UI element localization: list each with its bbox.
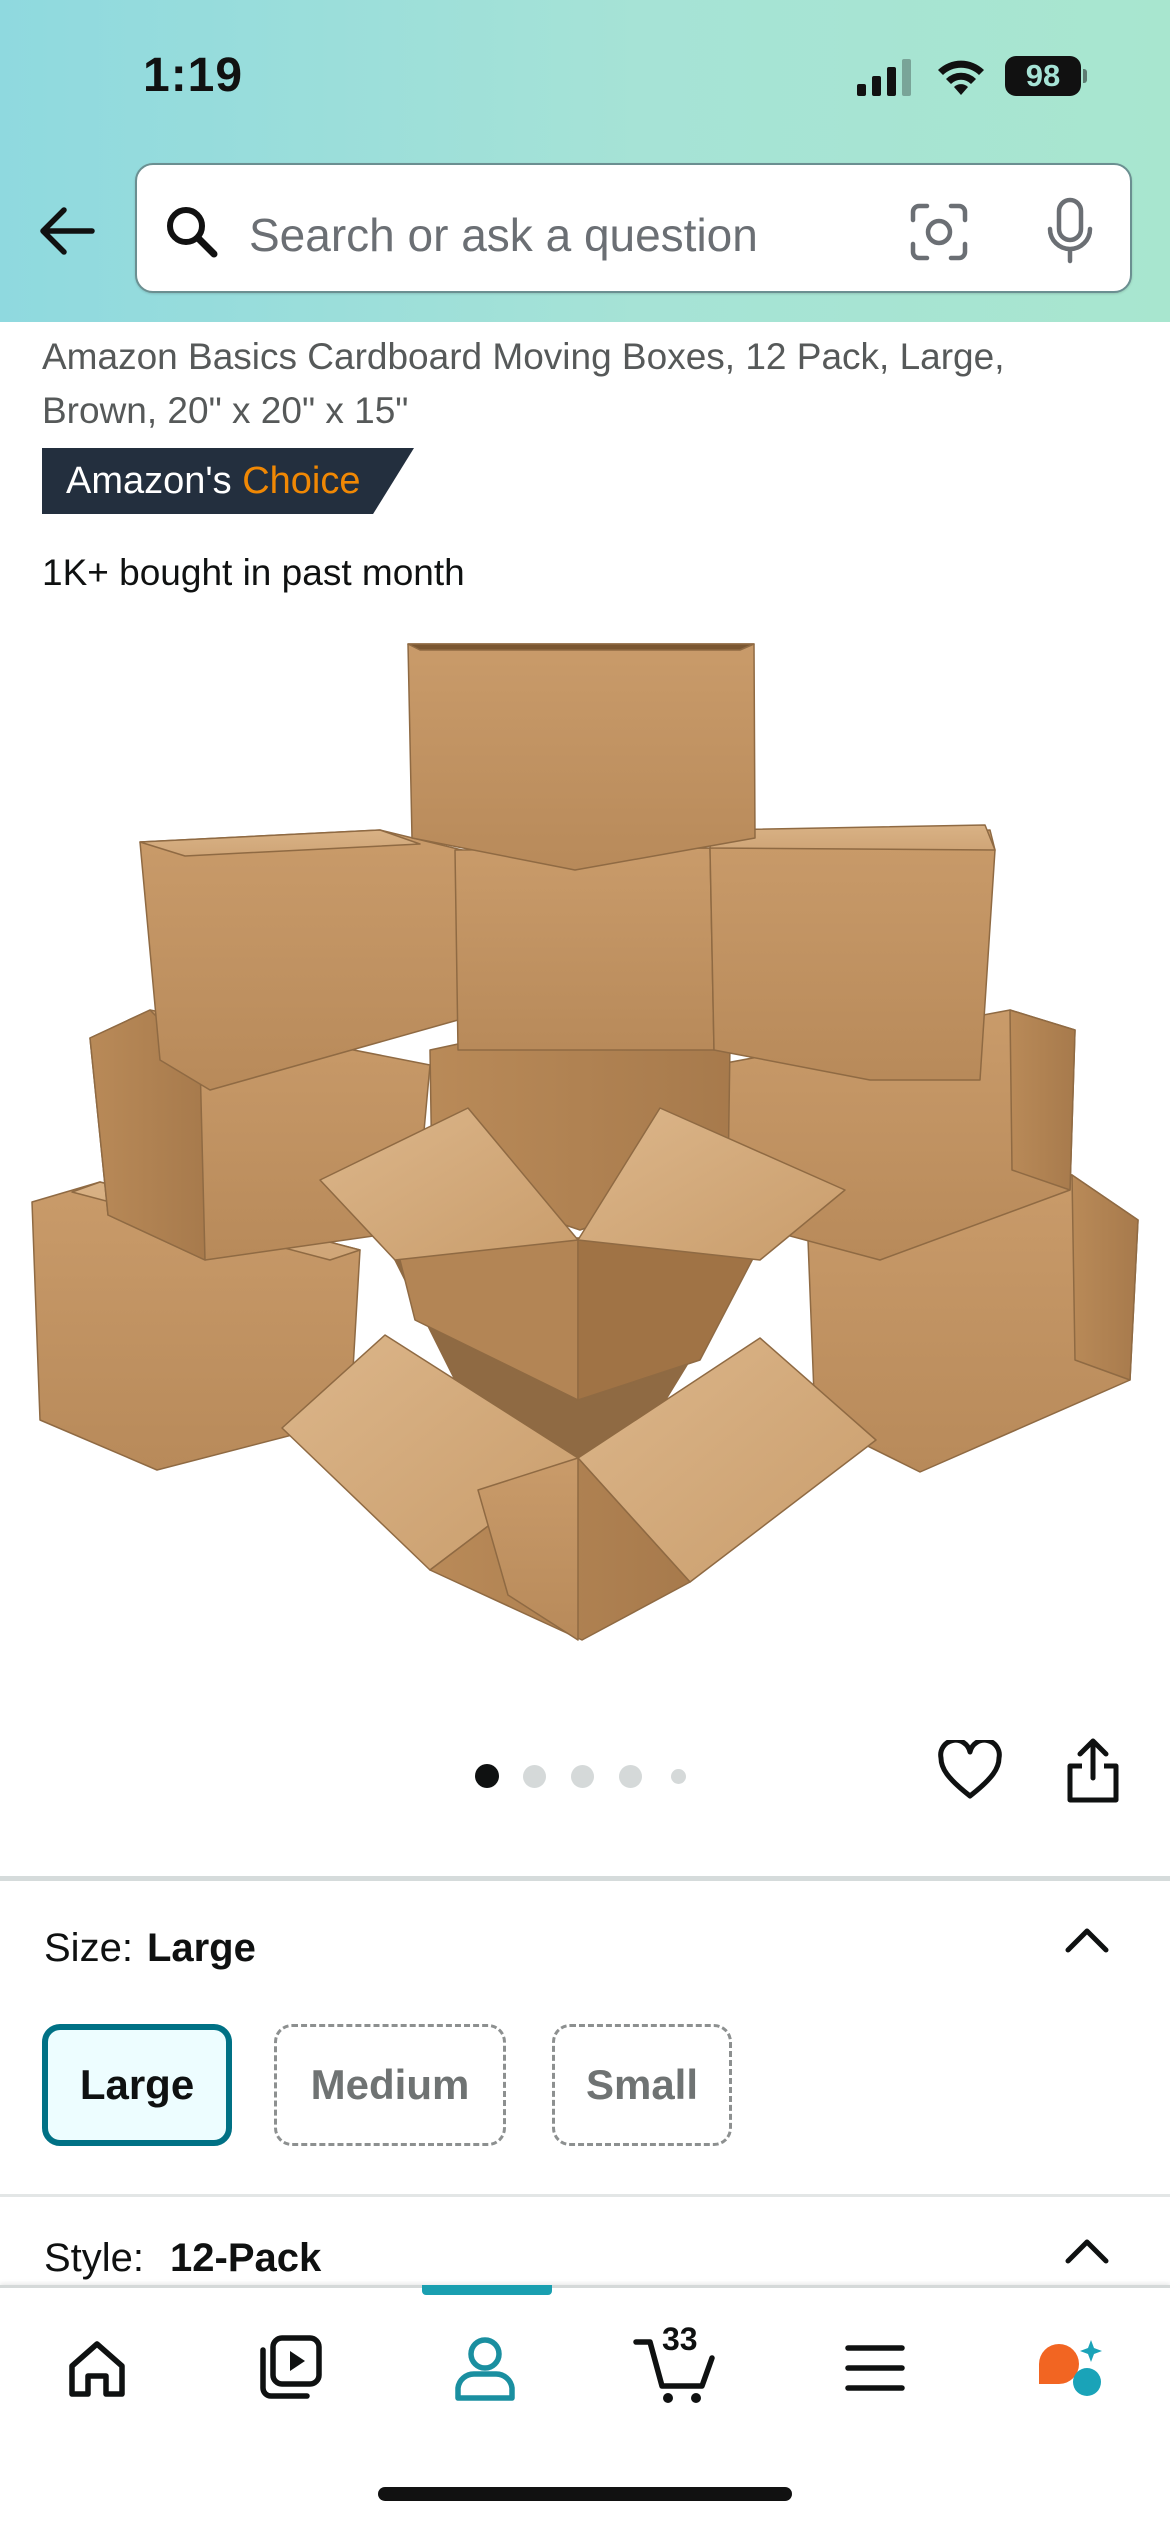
home-icon[interactable] [52,2328,142,2408]
product-image[interactable] [0,620,1170,1680]
style-label: Style: [44,2236,145,2280]
size-option-medium[interactable]: Medium [274,2024,506,2146]
chevron-up-icon[interactable] [1064,2236,1110,2266]
carousel-dot-active[interactable] [475,1764,499,1788]
section-divider [0,1876,1170,1881]
cart-icon[interactable] [630,2328,720,2408]
size-selected-value: Large [146,1926,256,1970]
image-carousel-indicator[interactable] [475,1762,695,1790]
nav-active-indicator [422,2285,552,2295]
size-option-small[interactable]: Small [552,2024,732,2146]
size-option-large[interactable]: Large [42,2024,232,2146]
search-icon [167,207,218,258]
account-icon[interactable] [440,2328,530,2408]
badge-accent: Choice [242,460,361,502]
section-divider [0,2194,1170,2197]
bought-in-past-month: 1K+ bought in past month [42,552,465,593]
chevron-up-icon[interactable] [1064,1925,1110,1955]
product-title[interactable]: Amazon Basics Cardboard Moving Boxes, 12… [42,330,1122,438]
camera-lens-icon[interactable] [909,202,969,262]
search-bar[interactable]: Search or ask a question [135,163,1132,293]
size-label: Size: [44,1926,133,1970]
style-heading: Style: 12-Pack [44,2236,321,2281]
search-input[interactable]: Search or ask a question [249,208,758,262]
carousel-dot[interactable] [523,1765,546,1788]
carousel-dot[interactable] [671,1769,686,1784]
carousel-dot[interactable] [571,1765,594,1788]
home-indicator[interactable] [378,2487,792,2501]
battery-level: 98 [1005,56,1081,96]
microphone-icon[interactable] [1044,197,1096,265]
heart-icon[interactable] [937,1740,1003,1802]
status-time: 1:19 [143,49,244,102]
cellular-signal-icon [857,59,911,96]
amazons-choice-badge: Amazon's Choice [42,448,414,514]
battery-icon: 98 [1005,56,1087,96]
share-icon[interactable] [1062,1736,1124,1806]
back-arrow-icon[interactable] [36,200,98,262]
header: 1:19 98 Search or ask a question [0,0,1170,322]
wifi-icon [938,60,984,95]
style-selected-value: 12-Pack [170,2236,322,2280]
size-heading: Size: Large [44,1926,256,1971]
menu-icon[interactable] [830,2328,920,2408]
video-icon[interactable] [245,2328,335,2408]
carousel-dot[interactable] [619,1765,642,1788]
rufus-icon[interactable] [1025,2328,1115,2408]
badge-prefix: Amazon's [66,460,232,502]
